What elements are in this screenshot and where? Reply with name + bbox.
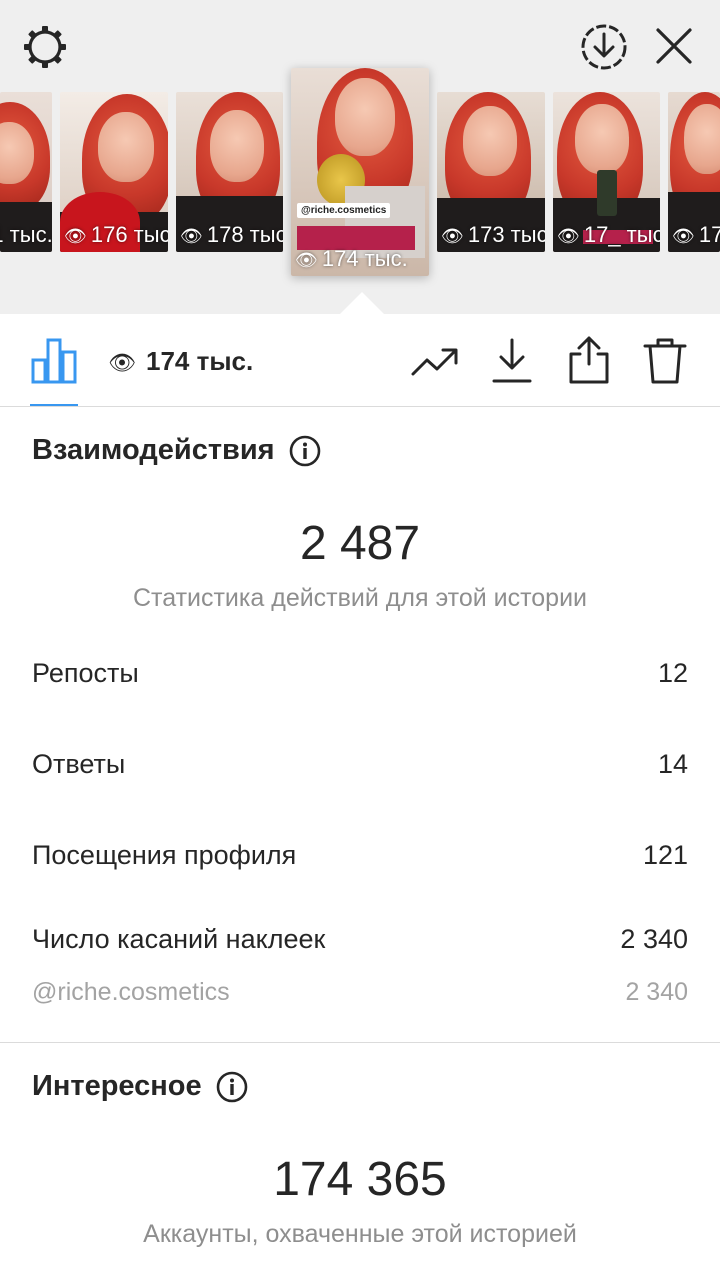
eye-icon: 👁 xyxy=(295,250,318,270)
story-thumbnail[interactable]: 👁17_ тыс. xyxy=(553,92,660,252)
story-thumbnail[interactable]: 👁173 тыс. xyxy=(437,92,545,252)
story-mention-sticker: @riche.cosmetics xyxy=(297,203,391,218)
interactions-caption: Статистика действий для этой истории xyxy=(132,584,588,612)
story-thumbnail[interactable]: 👁178 тыс. xyxy=(176,92,283,252)
interactions-total: 2 487 xyxy=(299,517,421,570)
sticker-taps-value: 2 340 xyxy=(620,924,688,954)
insights-toolbar: 👁 174 тыс. xyxy=(0,314,720,407)
story-view-count: 👁17_ xyxy=(672,222,720,247)
eye-icon: 👁 xyxy=(672,226,695,246)
active-story-pointer xyxy=(340,292,384,314)
interactions-section-title: Взаимодействия xyxy=(32,434,321,467)
story-views-total: 174 тыс. xyxy=(146,346,254,376)
replies-value: 14 xyxy=(657,749,688,779)
eye-icon: 👁 xyxy=(557,226,580,246)
story-thumbnail[interactable]: 👁176 тыс. xyxy=(60,92,168,252)
settings-icon[interactable] xyxy=(20,22,70,72)
story-view-count: 👁 174 тыс. xyxy=(295,246,408,271)
profile-visits-label: Посещения профиля xyxy=(32,840,297,870)
sticker-account-label[interactable]: @riche.cosmetics xyxy=(32,978,230,1007)
story-view-count: 👁201 тыс. xyxy=(0,222,52,247)
delete-icon[interactable] xyxy=(642,336,688,386)
stats-tab-indicator xyxy=(30,404,78,406)
info-icon[interactable] xyxy=(289,435,321,467)
reach-caption: Аккаунты, охваченные этой историей xyxy=(143,1220,577,1248)
story-view-count: 👁176 тыс. xyxy=(64,222,168,247)
info-icon[interactable] xyxy=(216,1071,248,1103)
story-view-count: 👁178 тыс. xyxy=(180,222,283,247)
story-strip-header: 👁201 тыс. 👁176 тыс. 👁178 тыс. @riche.cos… xyxy=(0,0,720,314)
interactions-title-text: Взаимодействия xyxy=(32,434,275,466)
replies-label: Ответы xyxy=(32,749,126,779)
reach-total: 174 365 xyxy=(273,1153,447,1206)
trend-icon[interactable] xyxy=(410,342,460,382)
save-icon[interactable] xyxy=(490,336,534,386)
sticker-account-value: 2 340 xyxy=(625,978,688,1006)
eye-icon: 👁 xyxy=(180,226,203,246)
story-thumbnail-active[interactable]: @riche.cosmetics 👁 174 тыс. xyxy=(291,68,429,276)
profile-visits-value: 121 xyxy=(642,840,688,870)
section-divider xyxy=(0,1042,720,1043)
share-icon[interactable] xyxy=(566,334,612,386)
reposts-value: 12 xyxy=(657,658,688,688)
discovery-section-title: Интересное xyxy=(32,1070,248,1103)
story-thumbnail[interactable]: 👁201 тыс. xyxy=(0,92,52,252)
story-view-count: 👁173 тыс. xyxy=(441,222,545,247)
eye-icon: 👁 xyxy=(108,350,136,375)
close-icon[interactable] xyxy=(652,24,696,68)
sticker-taps-label: Число касаний наклеек xyxy=(32,924,326,954)
eye-icon: 👁 xyxy=(441,226,464,246)
download-circle-icon[interactable] xyxy=(578,22,630,72)
discovery-title-text: Интересное xyxy=(32,1070,202,1102)
story-view-count: 👁17_ тыс. xyxy=(557,222,660,247)
stats-icon[interactable] xyxy=(30,336,78,386)
reposts-label: Репосты xyxy=(32,658,139,688)
story-thumbnail[interactable]: 👁17_ xyxy=(668,92,720,252)
eye-icon: 👁 xyxy=(64,226,87,246)
